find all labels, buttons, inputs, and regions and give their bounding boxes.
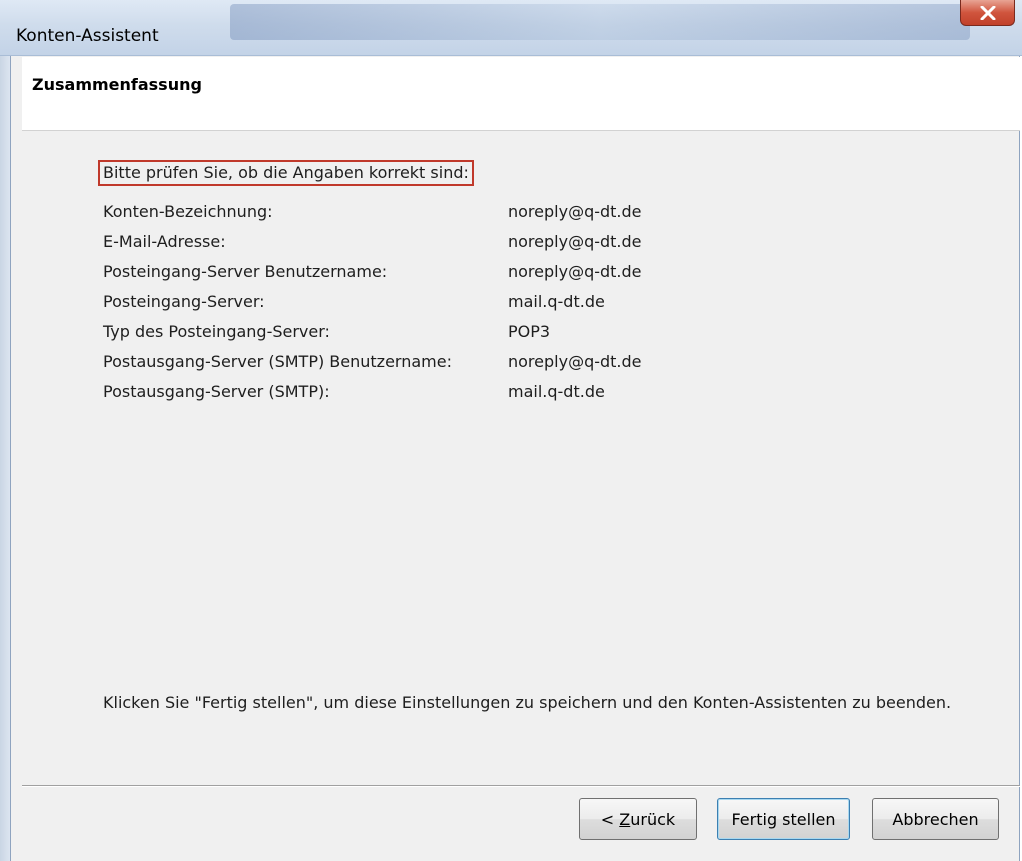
summary-label: Posteingang-Server: xyxy=(103,292,265,311)
finish-button-label: Fertig stellen xyxy=(731,809,836,829)
page-header: Zusammenfassung xyxy=(22,57,1020,131)
window-title: Konten-Assistent xyxy=(16,26,159,46)
cancel-button-label: Abbrechen xyxy=(892,809,979,829)
summary-row: E-Mail-Adresse: noreply@q-dt.de xyxy=(103,231,642,253)
finish-button[interactable]: Fertig stellen xyxy=(717,798,850,840)
page-title: Zusammenfassung xyxy=(32,75,202,94)
cancel-button[interactable]: Abbrechen xyxy=(872,798,999,840)
back-button[interactable]: < Zurück xyxy=(579,798,697,840)
back-button-prefix: < xyxy=(600,809,620,829)
summary-value: noreply@q-dt.de xyxy=(508,352,642,371)
summary-row: Postausgang-Server (SMTP) Benutzername: … xyxy=(103,351,642,373)
summary-value: noreply@q-dt.de xyxy=(508,232,642,251)
summary-row: Posteingang-Server Benutzername: noreply… xyxy=(103,261,642,283)
summary-row: Konten-Bezeichnung: noreply@q-dt.de xyxy=(103,201,642,223)
title-bar-glow xyxy=(230,4,970,40)
summary-label: Konten-Bezeichnung: xyxy=(103,202,273,221)
summary-value: mail.q-dt.de xyxy=(508,382,605,401)
back-button-mnemonic: Z xyxy=(619,809,631,829)
back-button-label: urück xyxy=(630,809,676,829)
summary-label: Postausgang-Server (SMTP): xyxy=(103,382,330,401)
summary-row: Typ des Posteingang-Server: POP3 xyxy=(103,321,550,343)
summary-label: Posteingang-Server Benutzername: xyxy=(103,262,388,281)
summary-row: Posteingang-Server: mail.q-dt.de xyxy=(103,291,605,313)
summary-row: Postausgang-Server (SMTP): mail.q-dt.de xyxy=(103,381,605,403)
summary-value: noreply@q-dt.de xyxy=(508,202,642,221)
close-x-icon xyxy=(980,5,996,20)
summary-label: Postausgang-Server (SMTP) Benutzername: xyxy=(103,352,452,371)
summary-panel: Bitte prüfen Sie, ob die Angaben korrekt… xyxy=(22,131,1020,786)
verify-prompt: Bitte prüfen Sie, ob die Angaben korrekt… xyxy=(98,160,474,186)
finish-instructions: Klicken Sie "Fertig stellen", um diese E… xyxy=(103,693,952,712)
summary-label: E-Mail-Adresse: xyxy=(103,232,226,251)
summary-value: mail.q-dt.de xyxy=(508,292,605,311)
button-area-divider-highlight xyxy=(22,786,1020,787)
close-button[interactable] xyxy=(960,0,1015,26)
title-bar: Konten-Assistent xyxy=(0,0,1022,56)
window-left-edge xyxy=(0,56,10,861)
summary-value: noreply@q-dt.de xyxy=(508,262,642,281)
summary-value: POP3 xyxy=(508,322,551,341)
summary-label: Typ des Posteingang-Server: xyxy=(103,322,330,341)
